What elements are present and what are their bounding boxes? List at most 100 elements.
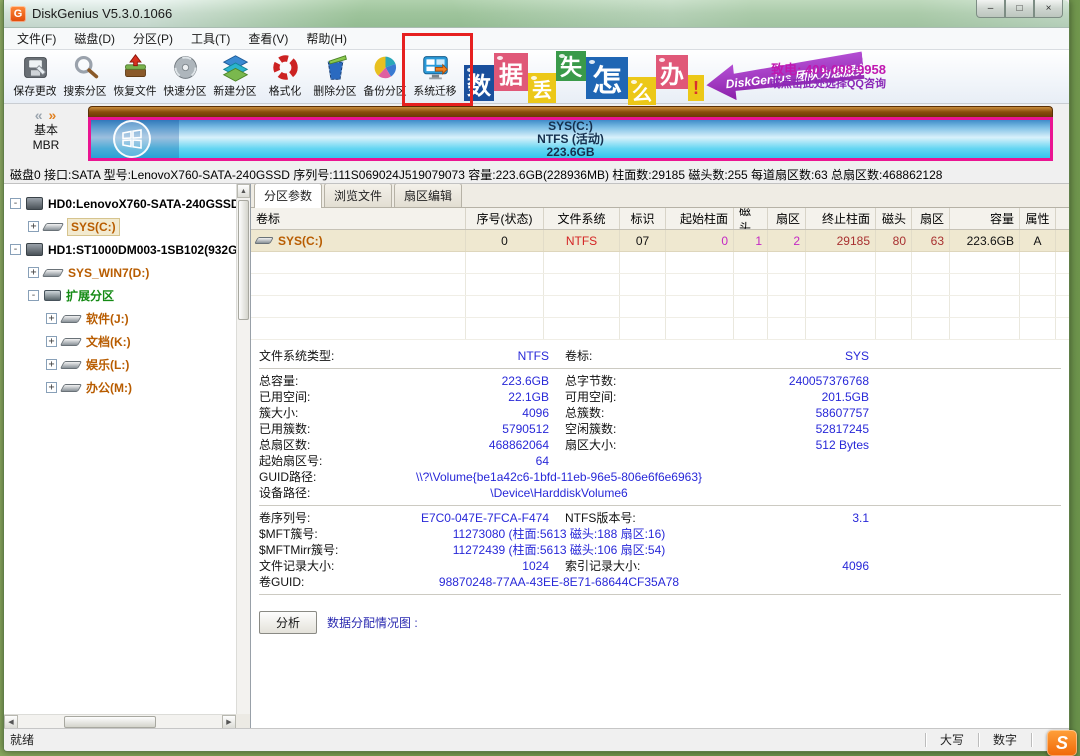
save-changes-button[interactable]: 保存更改 bbox=[10, 51, 60, 103]
expand-icon[interactable]: + bbox=[46, 359, 57, 370]
scroll-up-icon[interactable]: ▲ bbox=[237, 184, 250, 198]
tree-item-office-m[interactable]: + 办公(M:) bbox=[8, 376, 234, 399]
col-id[interactable]: 标识 bbox=[620, 208, 666, 229]
partition-bar-sys-c[interactable]: SYS(C:) NTFS (活动) 223.6GB bbox=[88, 117, 1053, 161]
detail-row: 总容量:223.6GB 总字节数:240057376768 bbox=[259, 373, 1061, 389]
tree-item-label: HD1:ST1000DM003-1SB102(932GB) bbox=[48, 243, 250, 257]
banner-contact[interactable]: 致电: 400-008-9958 或点击此处选择QQ咨询 bbox=[770, 63, 886, 91]
menu-disk[interactable]: 磁盘(D) bbox=[65, 27, 124, 50]
banner-tile: 办 bbox=[656, 55, 688, 89]
tab-browse-files[interactable]: 浏览文件 bbox=[324, 184, 392, 207]
banner-tiles: 数 据 丢 失 怎 么 办 ! bbox=[464, 51, 704, 105]
tree-item-sys-c[interactable]: + SYS(C:) bbox=[8, 215, 234, 238]
col-attributes[interactable]: 属性 bbox=[1020, 208, 1056, 229]
disk-type-label: 基本 bbox=[34, 123, 58, 138]
col-index-status[interactable]: 序号(状态) bbox=[466, 208, 544, 229]
col-head-2[interactable]: 磁头 bbox=[876, 208, 912, 229]
banner-tile: 数 bbox=[464, 65, 494, 101]
collapse-icon[interactable]: - bbox=[10, 198, 21, 209]
menu-tools[interactable]: 工具(T) bbox=[182, 27, 239, 50]
system-migration-button[interactable]: 系统迁移 bbox=[410, 51, 460, 103]
recover-files-icon bbox=[121, 53, 150, 82]
volume-cell: SYS(C:) bbox=[251, 230, 466, 251]
expand-icon[interactable]: + bbox=[28, 267, 39, 278]
col-head-1[interactable]: 磁头 bbox=[734, 208, 768, 229]
menu-partition[interactable]: 分区(P) bbox=[124, 27, 182, 50]
search-partition-button[interactable]: 搜索分区 bbox=[60, 51, 110, 103]
collapse-icon[interactable]: - bbox=[10, 244, 21, 255]
divider bbox=[259, 368, 1061, 369]
banner-tile: 据 bbox=[494, 53, 528, 91]
col-volume-label[interactable]: 卷标 bbox=[251, 208, 466, 229]
scrollbar-thumb[interactable] bbox=[238, 200, 249, 320]
disk-tree: - HD0:LenovoX760-SATA-240GSSD(224GB) + S… bbox=[4, 184, 250, 399]
table-row[interactable]: SYS(C:) 0 NTFS 07 0 1 2 29185 80 63 223.… bbox=[251, 230, 1069, 252]
analyze-button[interactable]: 分析 bbox=[259, 611, 317, 634]
tree-item-sys-win7-d[interactable]: + SYS_WIN7(D:) bbox=[8, 261, 234, 284]
banner-qq-link[interactable]: 或点击此处选择QQ咨询 bbox=[770, 77, 886, 91]
disk-header-strip[interactable] bbox=[88, 106, 1053, 117]
detail-row: 卷序列号:E7C0-047E-7FCA-F474 NTFS版本号:3.1 bbox=[259, 510, 1061, 526]
col-filesystem[interactable]: 文件系统 bbox=[544, 208, 620, 229]
minimize-button[interactable]: – bbox=[976, 0, 1005, 18]
close-button[interactable]: × bbox=[1034, 0, 1063, 18]
ime-tray-icon[interactable]: S bbox=[1047, 730, 1077, 756]
expand-icon[interactable]: + bbox=[46, 382, 57, 393]
menu-file[interactable]: 文件(F) bbox=[8, 27, 65, 50]
table-row-empty bbox=[251, 318, 1069, 340]
disk-nav: « » 基本 MBR bbox=[4, 106, 88, 162]
banner-tile: 怎 bbox=[586, 57, 628, 99]
col-sector-2[interactable]: 扇区 bbox=[912, 208, 950, 229]
app-logo-icon: G bbox=[10, 6, 26, 22]
backup-partition-button[interactable]: 备份分区 bbox=[360, 51, 410, 103]
menu-view[interactable]: 查看(V) bbox=[239, 27, 297, 50]
maximize-button[interactable]: □ bbox=[1005, 0, 1034, 18]
col-start-cylinder[interactable]: 起始柱面 bbox=[666, 208, 734, 229]
detail-row: 文件系统类型:NTFS 卷标:SYS bbox=[259, 348, 1061, 364]
partition-icon bbox=[60, 315, 82, 323]
tree-horizontal-scrollbar[interactable]: ◀ ▶ bbox=[4, 714, 236, 728]
scrollbar-thumb[interactable] bbox=[64, 716, 156, 728]
expand-icon[interactable]: + bbox=[46, 336, 57, 347]
banner-tile: 么 bbox=[628, 77, 656, 105]
tree-vertical-scrollbar[interactable]: ▲ bbox=[236, 184, 250, 714]
tree-item-label: 娱乐(L:) bbox=[86, 356, 129, 373]
banner-tile: ! bbox=[688, 75, 704, 101]
expand-icon[interactable]: + bbox=[46, 313, 57, 324]
delete-partition-button[interactable]: 删除分区 bbox=[310, 51, 360, 103]
col-capacity[interactable]: 容量 bbox=[950, 208, 1020, 229]
new-partition-icon bbox=[221, 53, 250, 82]
tree-item-hd1[interactable]: - HD1:ST1000DM003-1SB102(932GB) bbox=[8, 238, 234, 261]
new-partition-button[interactable]: 新建分区 bbox=[210, 51, 260, 103]
disc-icon bbox=[171, 53, 200, 82]
detail-tabs: 分区参数 浏览文件 扇区编辑 bbox=[251, 184, 1069, 208]
disk-overview-band: « » 基本 MBR bbox=[4, 104, 1069, 162]
quick-partition-button[interactable]: 快速分区 bbox=[160, 51, 210, 103]
col-end-cylinder[interactable]: 终止柱面 bbox=[806, 208, 876, 229]
detail-row: GUID路径:\\?\Volume{be1a42c6-1bfd-11eb-96e… bbox=[259, 469, 1061, 485]
titlebar[interactable]: G DiskGenius V5.3.0.1066 – □ × bbox=[4, 0, 1069, 28]
promo-banner[interactable]: 数 据 丢 失 怎 么 办 ! DiskGenius 团队为您服务 致电: 40… bbox=[464, 51, 888, 103]
tree-item-documents-k[interactable]: + 文档(K:) bbox=[8, 330, 234, 353]
tab-sector-edit[interactable]: 扇区编辑 bbox=[394, 184, 462, 207]
tree-item-extended-partition[interactable]: - 扩展分区 bbox=[8, 284, 234, 307]
scroll-left-icon[interactable]: ◀ bbox=[4, 715, 18, 729]
menu-help[interactable]: 帮助(H) bbox=[297, 27, 356, 50]
prev-disk-icon[interactable]: « bbox=[35, 107, 44, 123]
tab-partition-parameters[interactable]: 分区参数 bbox=[254, 184, 322, 208]
col-sector-1[interactable]: 扇区 bbox=[768, 208, 806, 229]
tree-item-entertainment-l[interactable]: + 娱乐(L:) bbox=[8, 353, 234, 376]
format-button[interactable]: 格式化 bbox=[260, 51, 310, 103]
partition-icon bbox=[60, 384, 82, 392]
tree-item-software-j[interactable]: + 软件(J:) bbox=[8, 307, 234, 330]
collapse-icon[interactable]: - bbox=[28, 290, 39, 301]
pie-chart-icon bbox=[371, 53, 400, 82]
scroll-right-icon[interactable]: ▶ bbox=[222, 715, 236, 729]
recover-files-button[interactable]: 恢复文件 bbox=[110, 51, 160, 103]
expand-icon[interactable]: + bbox=[28, 221, 39, 232]
detail-row: $MFTMirr簇号:11272439 (柱面:5613 磁头:106 扇区:5… bbox=[259, 542, 1061, 558]
disk-bar-area: SYS(C:) NTFS (活动) 223.6GB bbox=[88, 106, 1053, 162]
partition-size: 223.6GB bbox=[546, 146, 594, 159]
next-disk-icon[interactable]: » bbox=[48, 107, 57, 123]
tree-item-hd0[interactable]: - HD0:LenovoX760-SATA-240GSSD(224GB) bbox=[8, 192, 234, 215]
